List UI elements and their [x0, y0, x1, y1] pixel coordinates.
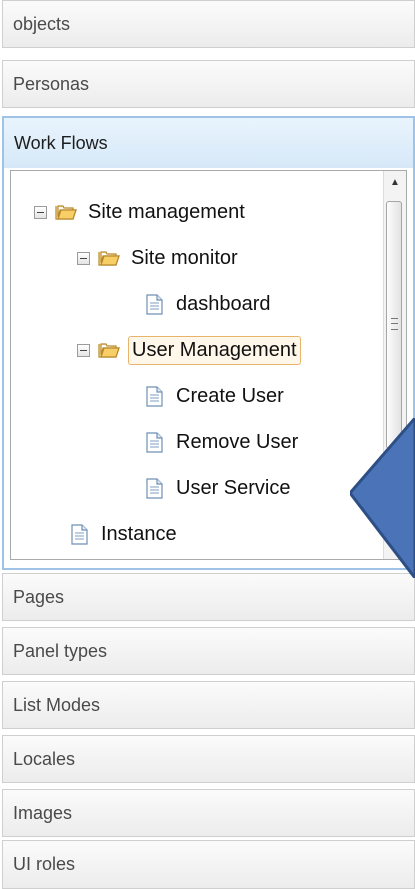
section-ui-roles[interactable]: UI roles [2, 840, 415, 889]
tree-node-instance[interactable]: Instance [71, 516, 180, 552]
tree-node-label: Site management [88, 200, 245, 223]
document-icon [146, 385, 163, 407]
section-panel-types[interactable]: Panel types [2, 627, 415, 675]
callout-arrow-icon [350, 418, 415, 578]
section-locales[interactable]: Locales [2, 735, 415, 783]
document-icon [146, 431, 163, 453]
section-personas[interactable]: Personas [2, 60, 415, 108]
workflow-tree: Site management Site monitor dashboard U… [10, 170, 407, 560]
collapse-toggle-icon[interactable] [77, 251, 90, 265]
document-icon [146, 477, 163, 499]
tree-node-label: Remove User [176, 430, 299, 453]
section-images[interactable]: Images [2, 789, 415, 837]
open-folder-icon [55, 205, 77, 220]
tree-node-site-management[interactable]: Site management [34, 194, 248, 230]
collapse-toggle-icon[interactable] [34, 205, 47, 219]
tree-node-dashboard[interactable]: dashboard [146, 286, 274, 322]
section-work-flows[interactable]: Work Flows [2, 116, 415, 170]
grip-icon [391, 318, 398, 330]
scroll-thumb[interactable] [386, 201, 402, 449]
open-folder-icon [98, 251, 120, 266]
tree-node-label: dashboard [176, 292, 271, 315]
tree-node-label: Create User [176, 384, 284, 407]
document-icon [71, 523, 88, 545]
collapse-toggle-icon[interactable] [77, 343, 90, 357]
tree-node-create-user[interactable]: Create User [146, 378, 287, 414]
tree-node-label: Instance [101, 522, 177, 545]
tree-node-user-service[interactable]: User Service [146, 470, 293, 506]
tree-node-site-monitor[interactable]: Site monitor [77, 240, 241, 276]
section-objects[interactable]: objects [2, 0, 415, 48]
tree-node-label: User Service [176, 476, 291, 499]
tree-node-label-selected: User Management [128, 335, 301, 365]
tree-node-user-management[interactable]: User Management [77, 332, 301, 368]
tree-node-remove-user[interactable]: Remove User [146, 424, 301, 460]
tree-node-label: Site monitor [131, 246, 238, 269]
section-list-modes[interactable]: List Modes [2, 681, 415, 729]
document-icon [146, 293, 163, 315]
section-pages[interactable]: Pages [2, 573, 415, 621]
scroll-up-arrow-icon[interactable]: ▲ [384, 171, 406, 193]
open-folder-icon [98, 343, 120, 358]
